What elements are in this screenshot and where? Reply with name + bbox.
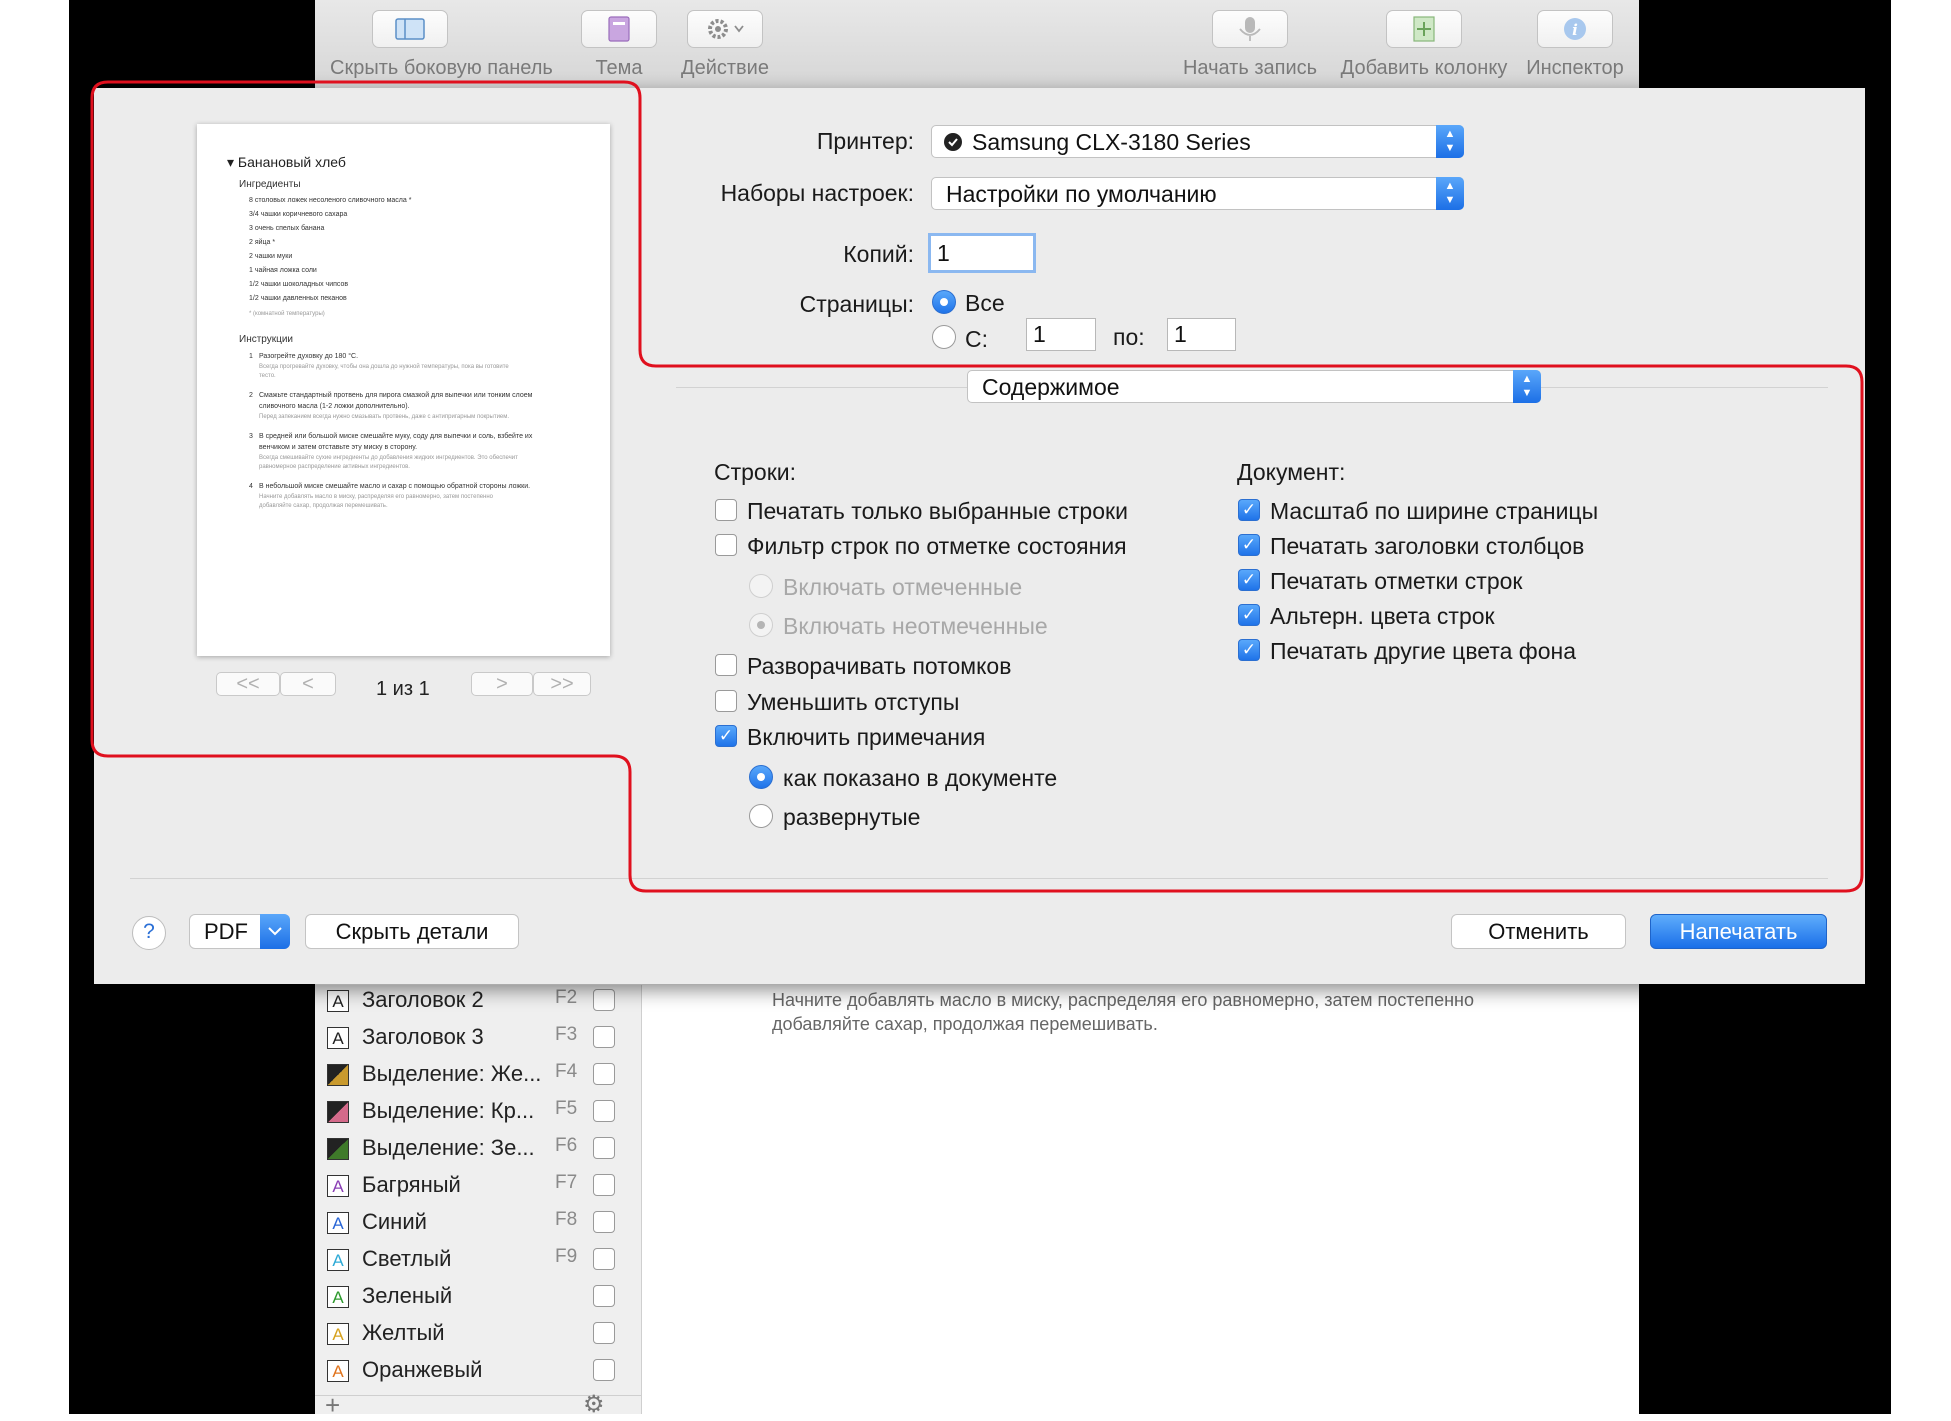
highlight-outline (90, 80, 1864, 893)
